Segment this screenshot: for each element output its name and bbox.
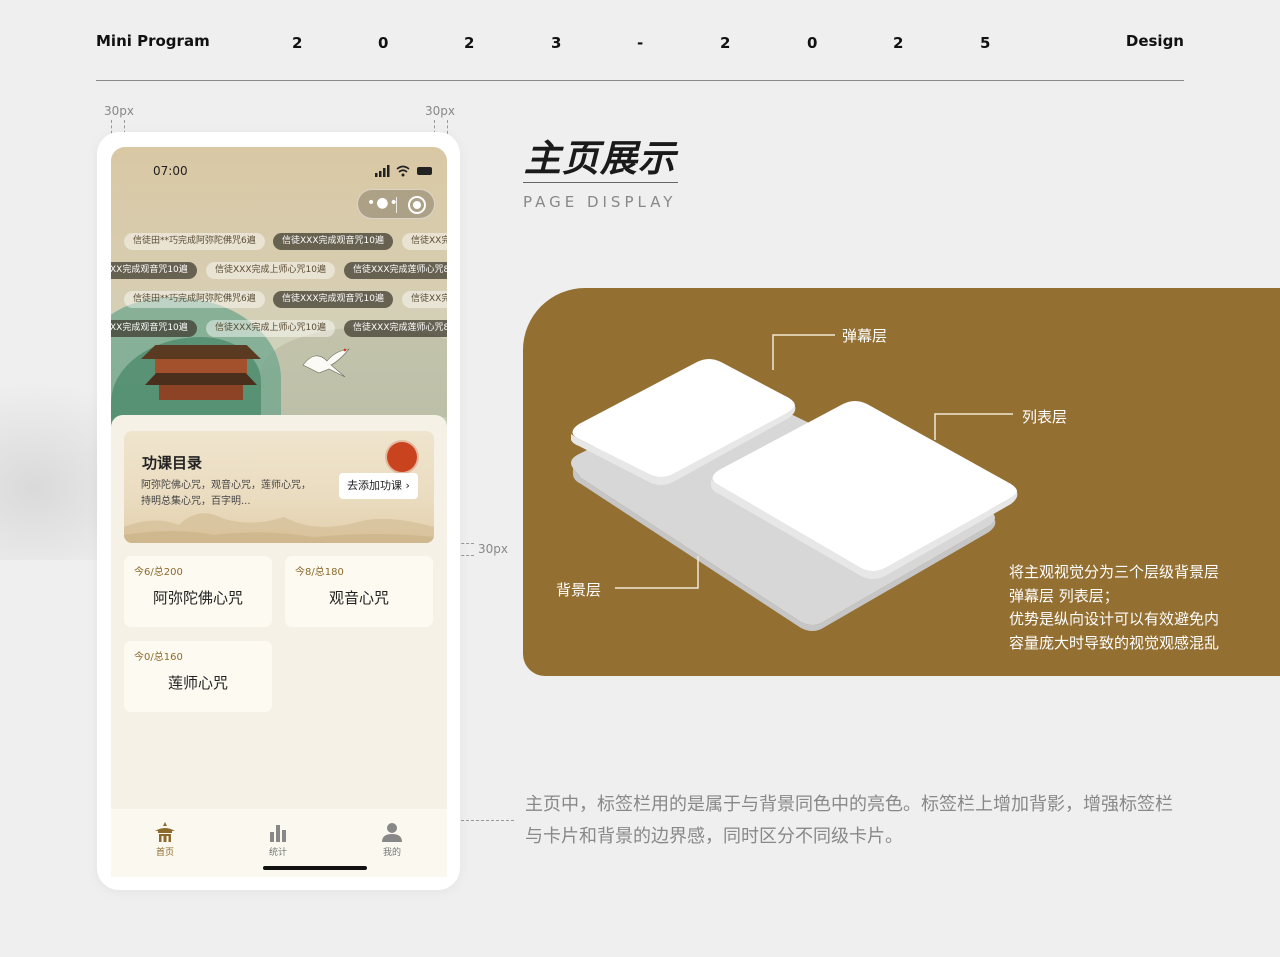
- header-left-label: Mini Program: [96, 32, 210, 50]
- chevron-right-icon: ›: [405, 479, 410, 492]
- temple-illustration: [141, 345, 261, 400]
- page-header: Mini Program 2 0 2 3 - 2 0 2 5 Design: [96, 30, 1184, 54]
- more-dots-icon[interactable]: •●•: [367, 195, 399, 211]
- tab-stats-label: 统计: [268, 848, 287, 858]
- tab-mine-label: 我的: [382, 848, 401, 858]
- home-indicator: [263, 866, 367, 870]
- phone-screen: 07:00 •●• 信徒田**巧完成阿弥陀佛咒6遍 信徒XXX完成观音咒10遍 …: [111, 147, 447, 877]
- header-year-char: 2: [464, 34, 475, 52]
- card-gap-label: 30px: [478, 542, 508, 556]
- signal-icon: [375, 165, 390, 177]
- mantra-name: 阿弥陀佛心咒: [152, 589, 243, 607]
- danmu-layer-label: 弹幕层: [842, 327, 888, 345]
- user-icon: [382, 823, 402, 842]
- danmu-item: XX完成观音咒10遍: [111, 262, 197, 279]
- title-underline: [523, 182, 678, 183]
- danmu-item: 信徒XXX完成上师心咒10遍: [206, 320, 335, 337]
- header-right-label: Design: [1125, 32, 1184, 50]
- background-layer-label: 背景层: [556, 581, 602, 599]
- tabbar-description: 主页中，标签栏用的是属于与背景同色中的亮色。标签栏上增加背影，增强标签栏与卡片和…: [525, 794, 1173, 847]
- wifi-icon: [396, 165, 410, 173]
- header-year-char: 5: [980, 34, 991, 52]
- list-layer-label: 列表层: [1022, 408, 1068, 426]
- danmu-item: 信徒XXX完成莲师心咒8: [344, 262, 447, 279]
- distant-mountain: [261, 327, 447, 417]
- right-margin-label: 30px: [425, 104, 455, 118]
- header-year-char: 2: [720, 34, 731, 52]
- header-divider: [96, 80, 1184, 81]
- mini-program-capsule[interactable]: •●•: [357, 189, 435, 219]
- mantra-count: 今0/总160: [134, 652, 183, 663]
- pavilion-icon: [155, 822, 175, 842]
- header-year-char: 3: [551, 34, 562, 52]
- mantra-card[interactable]: 今0/总160 莲师心咒: [124, 641, 272, 712]
- status-icons: [375, 165, 432, 177]
- catalog-title: 功课目录: [142, 454, 203, 472]
- tab-home-label: 首页: [155, 848, 174, 858]
- danmu-item: XX完成观音咒10遍: [111, 320, 197, 337]
- header-year-char: -: [637, 34, 644, 52]
- add-lesson-button[interactable]: 去添加功课 ›: [339, 473, 418, 499]
- header-year-char: 2: [292, 34, 303, 52]
- danmu-item: 信徒XX完: [402, 233, 447, 250]
- tab-stats[interactable]: 统计: [248, 821, 308, 858]
- catalog-desc: 阿弥陀佛心咒，观音心咒，莲师心咒， 持明总集心咒，百字明...: [141, 480, 311, 507]
- danmu-item: 信徒XXX完成莲师心咒8: [344, 320, 447, 337]
- header-year-char: 0: [378, 34, 389, 52]
- close-circle-icon[interactable]: [408, 196, 426, 214]
- tab-mine[interactable]: 我的: [362, 821, 422, 858]
- catalog-card[interactable]: 功课目录 阿弥陀佛心咒，观音心咒，莲师心咒， 持明总集心咒，百字明... 去添加…: [124, 431, 434, 543]
- battery-icon: [417, 167, 432, 175]
- crane-illustration: [302, 348, 350, 378]
- red-seal-icon: [387, 442, 417, 472]
- background-layer-leader: [615, 556, 699, 589]
- danmu-item: 信徒XXX完成观音咒10遍: [273, 291, 393, 308]
- left-margin-label: 30px: [104, 104, 134, 118]
- mantra-count: 今8/总180: [295, 567, 344, 578]
- status-time: 07:00: [153, 164, 188, 178]
- mantra-count: 今6/总200: [134, 567, 183, 578]
- danmu-layer-leader: [772, 334, 835, 370]
- mantra-name: 观音心咒: [328, 589, 389, 607]
- mantra-card[interactable]: 今8/总180 观音心咒: [285, 556, 433, 627]
- layer-description: 将主观视觉分为三个层级背景层 弹幕层 列表层； 优势是纵向设计可以有效避免内 容…: [1009, 563, 1220, 652]
- mantra-card[interactable]: 今6/总200 阿弥陀佛心咒: [124, 556, 272, 627]
- danmu-item: 信徒田**巧完成阿弥陀佛咒6遍: [124, 233, 265, 250]
- list-layer-leader: [934, 413, 1013, 440]
- tab-home[interactable]: 首页: [135, 821, 195, 858]
- danmu-item: 信徒XX完: [402, 291, 447, 308]
- danmu-item: 信徒XXX完成上师心咒10遍: [206, 262, 335, 279]
- bar-chart-icon: [270, 825, 286, 842]
- danmu-item: 信徒XXX完成观音咒10遍: [273, 233, 393, 250]
- mantra-name: 莲师心咒: [167, 674, 228, 692]
- header-year-char: 0: [807, 34, 818, 52]
- section-subtitle: PAGE DISPLAY: [523, 193, 677, 211]
- danmu-item: 信徒田**巧完成阿弥陀佛咒6遍: [124, 291, 265, 308]
- section-title: 主页展示: [524, 137, 676, 180]
- header-year-char: 2: [893, 34, 904, 52]
